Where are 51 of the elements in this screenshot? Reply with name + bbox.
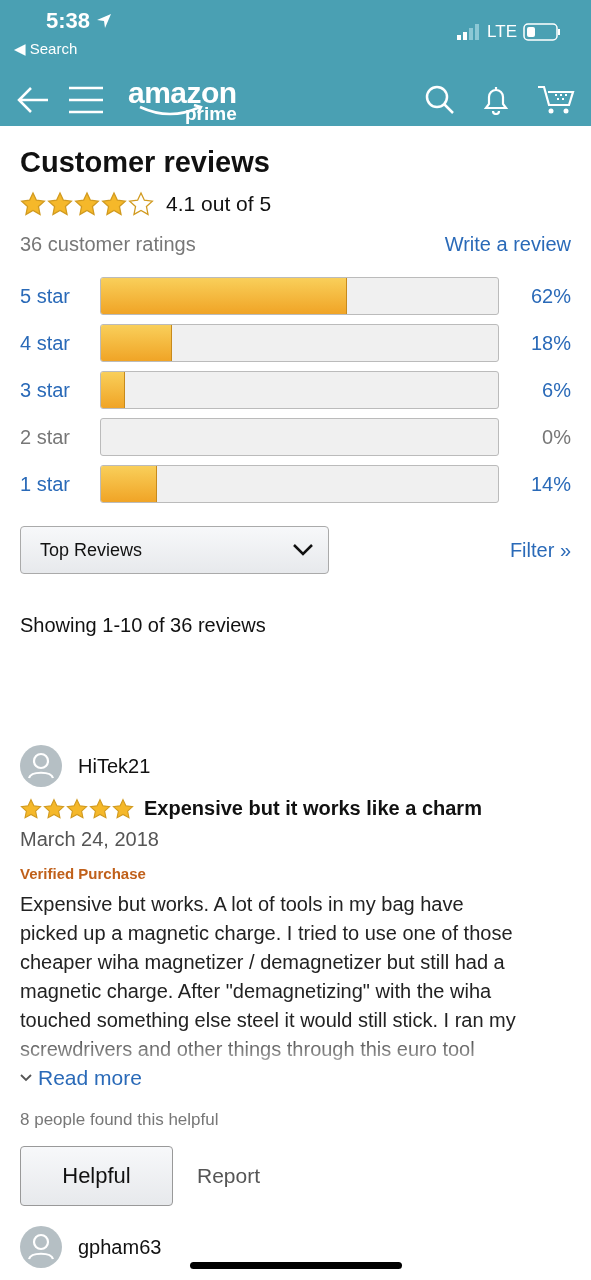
star-level-link[interactable]: 1 star bbox=[20, 472, 100, 496]
section-title: Customer reviews bbox=[20, 146, 271, 179]
star-icon bbox=[89, 797, 111, 820]
location-arrow-icon bbox=[96, 13, 113, 29]
star-icon bbox=[101, 191, 127, 217]
percent-link[interactable]: 62% bbox=[499, 284, 571, 308]
avatar-icon bbox=[20, 745, 62, 787]
verified-purchase-label: Verified Purchase bbox=[20, 865, 147, 882]
search-icon[interactable] bbox=[425, 85, 455, 115]
results-count: Showing 1-10 of 36 reviews bbox=[20, 614, 267, 637]
clock-time: 5:38 bbox=[46, 8, 91, 34]
percent-link[interactable]: 6% bbox=[499, 378, 571, 402]
helpful-count: 8 people found this helpful bbox=[20, 1110, 220, 1130]
back-arrow-icon[interactable] bbox=[16, 85, 50, 115]
reviewer-name[interactable]: HiTek21 bbox=[78, 754, 151, 778]
sort-dropdown[interactable]: Top Reviews bbox=[20, 526, 329, 574]
menu-icon[interactable] bbox=[68, 85, 104, 115]
star-icon bbox=[74, 191, 100, 217]
star-icon bbox=[47, 191, 73, 217]
star-icon bbox=[20, 191, 46, 217]
star-level-link[interactable]: 4 star bbox=[20, 331, 100, 355]
cart-icon[interactable] bbox=[537, 84, 575, 116]
logo-wordmark[interactable]: amazon bbox=[128, 77, 237, 108]
review-text: Expensive but works. A lot of tools in my bag have picked up a magnetic charge. I tried to use one of those cheaper wiha magnetizer / demagnetizer but still had a magnetic charge. After "demagnetizing" with the wiha touched something else steel it would still stick. I ran my screwdrivers and other things through this euro tool bbox=[20, 892, 517, 1062]
network-label: LTE bbox=[487, 22, 517, 42]
star-level-link[interactable]: 5 star bbox=[20, 284, 100, 308]
read-more-link[interactable]: Read more bbox=[38, 1066, 142, 1090]
helpful-button[interactable]: Helpful bbox=[20, 1146, 173, 1206]
reviewer-name[interactable]: gpham63 bbox=[78, 1235, 162, 1259]
percent-link[interactable]: 14% bbox=[499, 472, 571, 496]
signal-icon bbox=[457, 24, 482, 40]
back-to-app-link[interactable]: ◀ Search bbox=[14, 40, 78, 58]
review-date: March 24, 2018 bbox=[20, 828, 160, 851]
star-level-link: 2 star bbox=[20, 425, 72, 449]
battery-icon bbox=[523, 23, 561, 41]
average-rating: 4.1 out of 5 bbox=[166, 192, 272, 216]
star-icon bbox=[112, 797, 134, 820]
review-title: Expensive but it works like a charm bbox=[144, 797, 482, 820]
star-icon bbox=[20, 797, 42, 820]
star-icon bbox=[66, 797, 88, 820]
star-icon bbox=[43, 797, 65, 820]
star-level-link[interactable]: 3 star bbox=[20, 378, 100, 402]
percent-link[interactable]: 18% bbox=[499, 331, 571, 355]
chevron-down-icon bbox=[292, 543, 314, 557]
write-review-link[interactable]: Write a review bbox=[444, 233, 571, 256]
filter-link[interactable]: Filter » bbox=[509, 538, 571, 562]
report-link[interactable]: Report bbox=[197, 1164, 261, 1188]
notification-bell-icon[interactable] bbox=[481, 85, 511, 115]
chevron-down-icon bbox=[20, 1074, 32, 1082]
avatar-icon bbox=[20, 1226, 62, 1268]
ratings-count: 36 customer ratings bbox=[20, 233, 196, 256]
